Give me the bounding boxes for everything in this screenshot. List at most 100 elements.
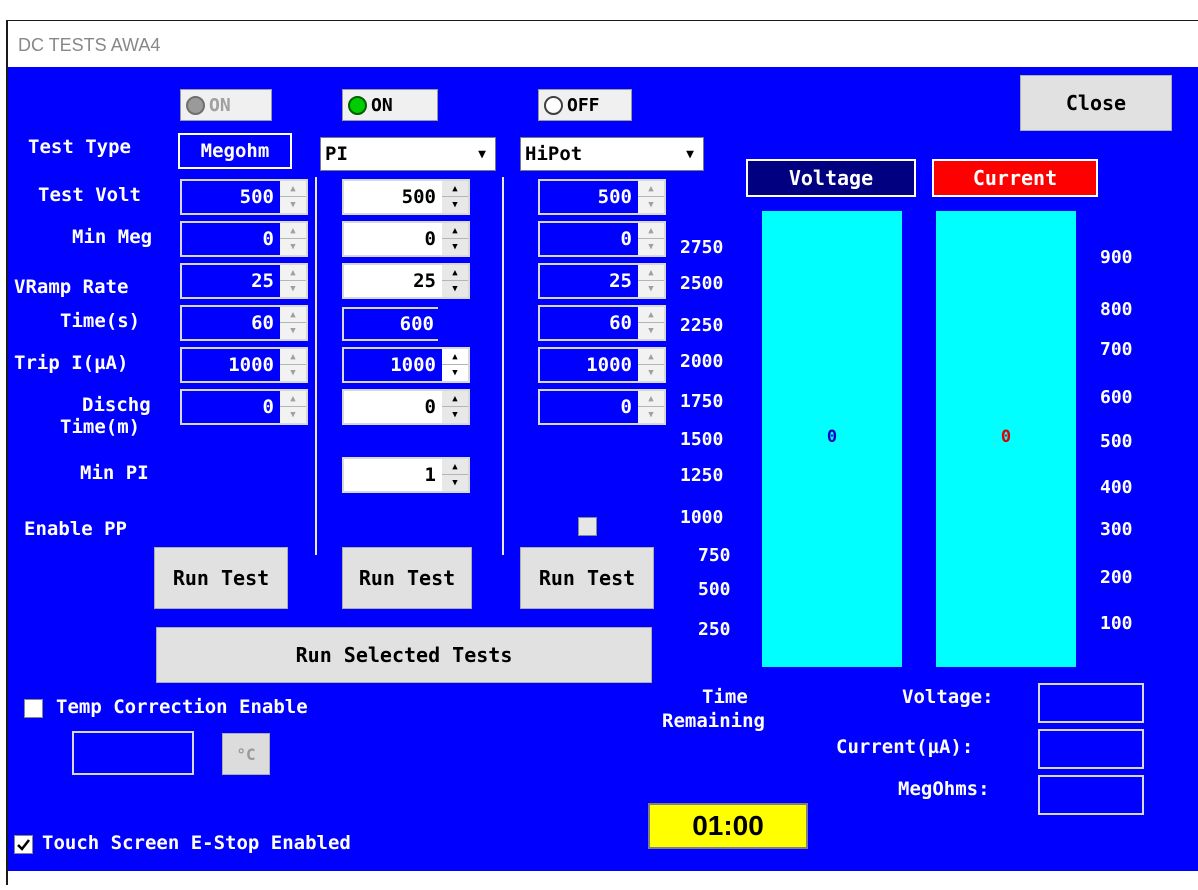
run-selected-tests-button[interactable]: Run Selected Tests [156,627,652,683]
hipot-dischg-spinner[interactable]: 0 ▲ ▼ [538,389,666,425]
pi-enable-toggle[interactable]: ON [342,89,438,121]
spin-down-icon[interactable]: ▼ [280,407,306,423]
megohm-dischg-spinner[interactable]: 0 ▲ ▼ [180,389,308,425]
spin-down-icon[interactable]: ▼ [442,407,468,423]
temp-correction-checkbox[interactable] [24,699,43,718]
spin-up-icon[interactable]: ▲ [442,349,468,365]
label-dischg-time: Time(m) [60,416,141,438]
spin-down-icon[interactable]: ▼ [638,239,664,255]
spin-up-icon[interactable]: ▲ [280,223,306,239]
spin-down-icon[interactable]: ▼ [280,365,306,381]
spin-down-icon[interactable]: ▼ [638,197,664,213]
client-area: Close Test Type Test Volt Min Meg VRamp … [8,67,1198,871]
current-meter-header: Current [932,159,1098,197]
spin-up-icon[interactable]: ▲ [638,181,664,197]
pi-vramp-spinner[interactable]: 25 ▲ ▼ [342,263,470,299]
enable-pp-checkbox[interactable] [578,517,597,536]
spin-up-icon[interactable]: ▲ [280,307,306,323]
label-vramp-rate: VRamp Rate [14,276,129,298]
megohms-readout [1038,775,1144,815]
spin-down-icon[interactable]: ▼ [442,475,468,491]
voltage-scale-tick: 2750 [680,237,724,258]
spin-down-icon[interactable]: ▼ [638,323,664,339]
spin-up-icon[interactable]: ▲ [280,265,306,281]
hipot-run-test-button[interactable]: Run Test [520,547,654,609]
chevron-down-icon[interactable]: ▼ [679,141,701,167]
close-button[interactable]: Close [1020,75,1172,131]
pi-min-pi-spinner[interactable]: 1 ▲ ▼ [342,457,470,493]
voltage-scale-tick: 2500 [680,273,724,294]
pi-test-type-dropdown[interactable]: PI ▼ [320,137,496,171]
hipot-enable-toggle[interactable]: OFF [538,89,632,121]
spin-up-icon[interactable]: ▲ [442,223,468,239]
celsius-button[interactable]: °C [222,733,270,775]
current-scale-tick: 900 [1100,247,1133,268]
spin-up-icon[interactable]: ▲ [280,349,306,365]
megohms-readout-label: MegOhms: [898,778,990,800]
spin-up-icon[interactable]: ▲ [280,181,306,197]
estop-checkbox[interactable] [14,835,33,854]
spin-up-icon[interactable]: ▲ [638,223,664,239]
voltage-meter-header: Voltage [746,159,916,197]
temperature-input[interactable] [72,731,194,775]
time-remaining-display: 01:00 [648,803,808,849]
estop-label: Touch Screen E-Stop Enabled [42,832,351,854]
current-scale-tick: 300 [1100,519,1133,540]
chevron-down-icon[interactable]: ▼ [471,141,493,167]
megohm-test-volt-spinner[interactable]: 500 ▲ ▼ [180,179,308,215]
pi-trip-spinner[interactable]: 1000 ▲ ▼ [342,347,470,383]
label-min-meg: Min Meg [72,226,153,248]
spin-down-icon[interactable]: ▼ [280,239,306,255]
current-scale-tick: 400 [1100,477,1133,498]
pi-dischg-spinner[interactable]: 0 ▲ ▼ [342,389,470,425]
pi-min-meg-spinner[interactable]: 0 ▲ ▼ [342,221,470,257]
spin-up-icon[interactable]: ▲ [442,265,468,281]
hipot-trip-spinner[interactable]: 1000 ▲ ▼ [538,347,666,383]
spin-down-icon[interactable]: ▼ [638,365,664,381]
pi-test-volt-spinner[interactable]: 500 ▲ ▼ [342,179,470,215]
spin-down-icon[interactable]: ▼ [638,407,664,423]
spin-down-icon[interactable]: ▼ [442,197,468,213]
spin-down-icon[interactable]: ▼ [442,365,468,381]
hipot-time-spinner[interactable]: 60 ▲ ▼ [538,305,666,341]
hipot-test-volt-spinner[interactable]: 500 ▲ ▼ [538,179,666,215]
voltage-scale-tick: 1250 [680,465,724,486]
voltage-scale-tick: 1000 [680,507,724,528]
voltage-scale-tick: 250 [698,619,731,640]
megohm-enable-toggle[interactable]: ON [180,89,272,121]
current-scale-tick: 200 [1100,567,1133,588]
spin-up-icon[interactable]: ▲ [638,307,664,323]
megohm-run-test-button[interactable]: Run Test [154,547,288,609]
pi-run-test-button[interactable]: Run Test [342,547,472,609]
spin-up-icon[interactable]: ▲ [638,391,664,407]
megohm-test-type: Megohm [178,133,292,169]
temp-correction-label: Temp Correction Enable [56,696,308,718]
spin-down-icon[interactable]: ▼ [638,281,664,297]
column-divider [502,177,504,555]
label-test-type: Test Type [28,136,131,158]
voltage-scale-tick: 1750 [680,391,724,412]
spin-down-icon[interactable]: ▼ [280,281,306,297]
spin-down-icon[interactable]: ▼ [442,239,468,255]
spin-up-icon[interactable]: ▲ [442,391,468,407]
remaining-label: Remaining [662,710,765,732]
megohm-time-spinner[interactable]: 60 ▲ ▼ [180,305,308,341]
label-test-volt: Test Volt [38,184,141,206]
megohm-trip-spinner[interactable]: 1000 ▲ ▼ [180,347,308,383]
spin-down-icon[interactable]: ▼ [280,197,306,213]
voltage-scale-tick: 2000 [680,351,724,372]
spin-up-icon[interactable]: ▲ [638,349,664,365]
megohm-vramp-spinner[interactable]: 25 ▲ ▼ [180,263,308,299]
spin-down-icon[interactable]: ▼ [280,323,306,339]
spin-up-icon[interactable]: ▲ [280,391,306,407]
hipot-min-meg-spinner[interactable]: 0 ▲ ▼ [538,221,666,257]
spin-up-icon[interactable]: ▲ [638,265,664,281]
window-bottom-strip [8,871,1198,885]
spin-up-icon[interactable]: ▲ [442,181,468,197]
hipot-vramp-spinner[interactable]: 25 ▲ ▼ [538,263,666,299]
hipot-test-type-dropdown[interactable]: HiPot ▼ [520,137,704,171]
spin-up-icon[interactable]: ▲ [442,459,468,475]
spin-down-icon[interactable]: ▼ [442,281,468,297]
megohm-min-meg-spinner[interactable]: 0 ▲ ▼ [180,221,308,257]
time-label: Time [702,686,748,708]
